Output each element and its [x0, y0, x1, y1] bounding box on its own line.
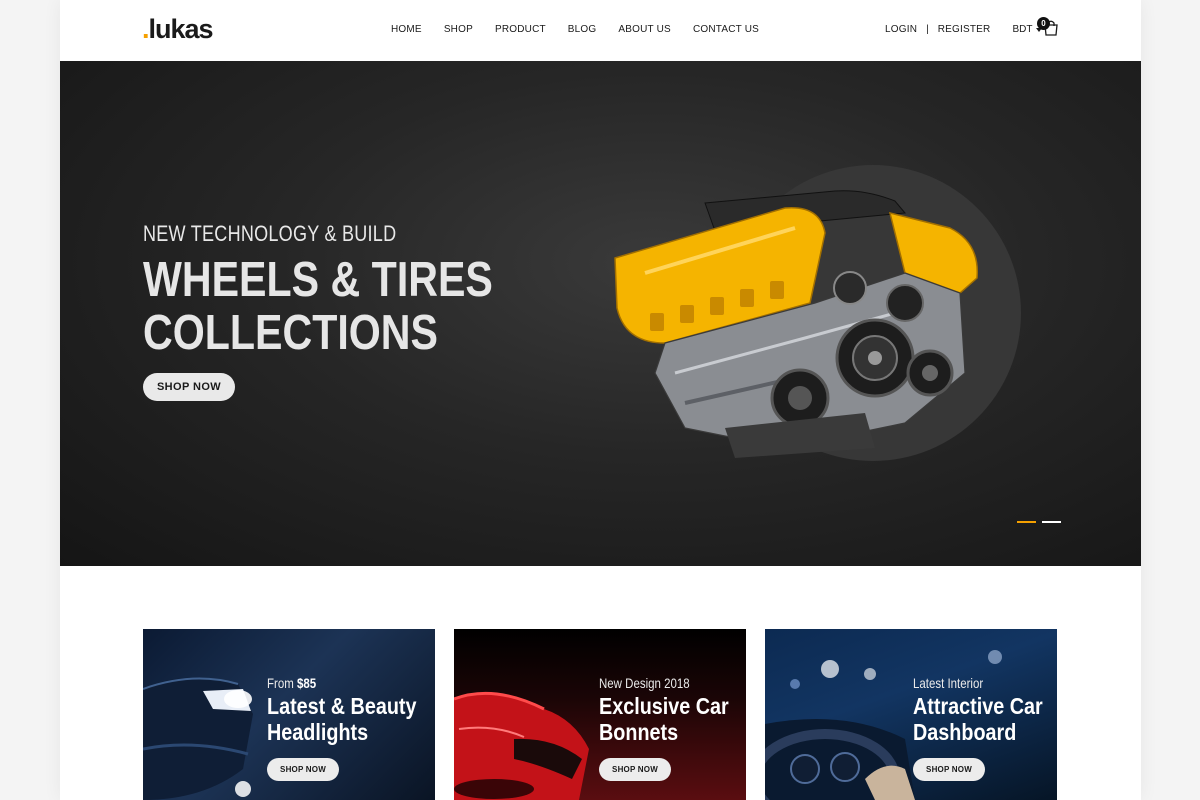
- promo-banners: From $85 Latest & Beauty Headlights SHOP…: [143, 629, 1058, 800]
- slider-dot-1[interactable]: [1017, 521, 1036, 523]
- banner-title: Latest & Beauty Headlights: [267, 693, 416, 745]
- banner-dashboard[interactable]: Latest Interior Attractive Car Dashboard…: [765, 629, 1057, 800]
- currency-label: BDT: [1012, 24, 1033, 35]
- banner-title-line-1: Exclusive Car: [599, 693, 729, 719]
- banner-bonnets[interactable]: New Design 2018 Exclusive Car Bonnets SH…: [454, 629, 746, 800]
- account-links: LOGIN | REGISTER BDT: [885, 24, 1043, 35]
- banner-eyebrow: New Design 2018: [599, 675, 690, 691]
- banner-shop-now-button[interactable]: SHOP NOW: [599, 758, 671, 781]
- nav-blog[interactable]: BLOG: [568, 24, 597, 35]
- hero-shop-now-button[interactable]: SHOP NOW: [143, 373, 235, 401]
- banner-text: New Design 2018 Exclusive Car Bonnets SH…: [599, 675, 746, 781]
- login-link[interactable]: LOGIN: [885, 24, 917, 35]
- banner-title-line-1: Latest & Beauty: [267, 693, 417, 719]
- banner-title-line-2: Headlights: [267, 719, 369, 745]
- hero-title: WHEELS & TIRES COLLECTIONS: [143, 254, 493, 360]
- cart-count-badge: 0: [1037, 17, 1050, 30]
- banner-title-line-1: Attractive Car: [913, 693, 1043, 719]
- banner-eyebrow-prefix: From: [267, 675, 297, 691]
- logo-text: lukas: [148, 14, 214, 44]
- banner-eyebrow: From $85: [267, 675, 410, 691]
- cart-button[interactable]: 0: [1037, 17, 1061, 38]
- hero-slider: NEW TECHNOLOGY & BUILD WHEELS & TIRES CO…: [60, 61, 1141, 566]
- main-nav: HOME SHOP PRODUCT BLOG ABOUT US CONTACT …: [391, 24, 781, 35]
- banner-price: $85: [296, 675, 317, 691]
- logo[interactable]: . lukas: [142, 14, 214, 46]
- page: . lukas HOME SHOP PRODUCT BLOG ABOUT US C…: [60, 0, 1141, 800]
- nav-contact-us[interactable]: CONTACT US: [693, 24, 759, 35]
- banner-text: From $85 Latest & Beauty Headlights SHOP…: [267, 675, 435, 781]
- hero-subtitle: NEW TECHNOLOGY & BUILD: [143, 221, 397, 246]
- register-link[interactable]: REGISTER: [938, 24, 991, 35]
- banner-headlights[interactable]: From $85 Latest & Beauty Headlights SHOP…: [143, 629, 435, 800]
- nav-shop[interactable]: SHOP: [444, 24, 473, 35]
- banner-title-line-2: Bonnets: [599, 719, 679, 745]
- nav-product[interactable]: PRODUCT: [495, 24, 546, 35]
- banner-title: Attractive Car Dashboard: [913, 693, 1043, 745]
- banner-shop-now-button[interactable]: SHOP NOW: [913, 758, 985, 781]
- hero-title-line-2: COLLECTIONS: [143, 306, 438, 360]
- header: . lukas HOME SHOP PRODUCT BLOG ABOUT US C…: [60, 0, 1141, 61]
- nav-about-us[interactable]: ABOUT US: [618, 24, 671, 35]
- hero-title-line-1: WHEELS & TIRES: [143, 253, 493, 307]
- banner-title: Exclusive Car Bonnets: [599, 693, 729, 745]
- banner-shop-now-button[interactable]: SHOP NOW: [267, 758, 339, 781]
- nav-home[interactable]: HOME: [391, 24, 422, 35]
- slider-dots: [1017, 521, 1061, 523]
- engine-image: [614, 190, 979, 458]
- banner-text: Latest Interior Attractive Car Dashboard…: [913, 675, 1057, 781]
- banner-title-line-2: Dashboard: [913, 719, 1017, 745]
- banner-eyebrow: Latest Interior: [913, 675, 984, 691]
- separator: |: [926, 24, 929, 35]
- slider-dot-2[interactable]: [1042, 521, 1061, 523]
